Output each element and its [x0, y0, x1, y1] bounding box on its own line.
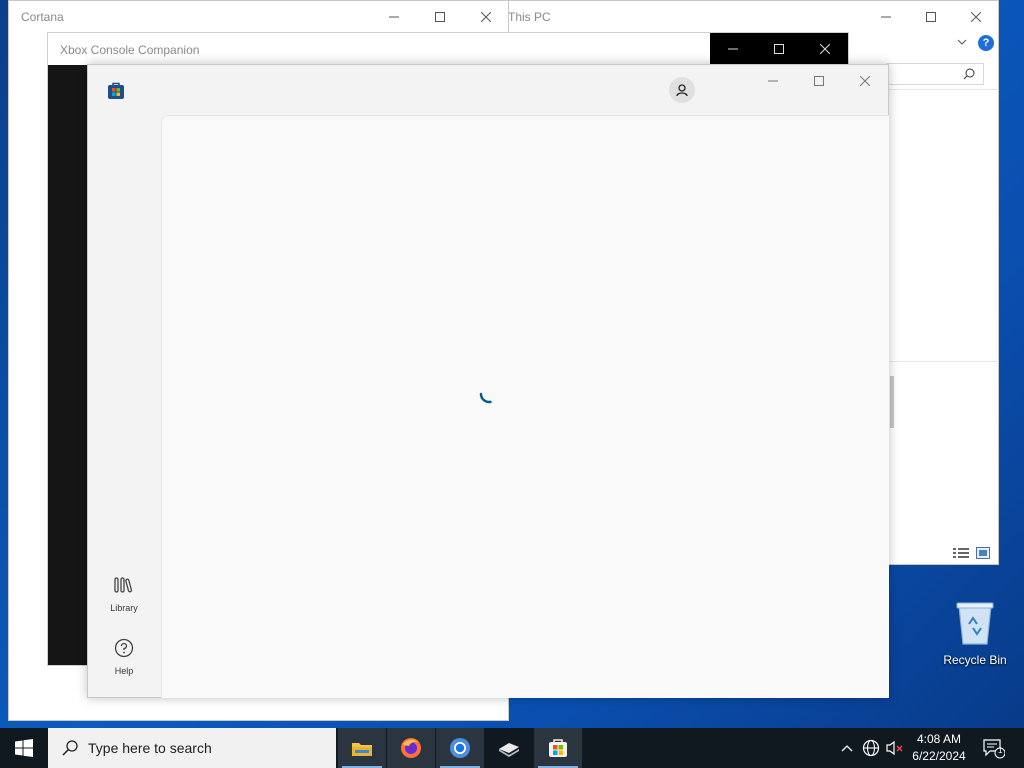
- taskbar-firefox[interactable]: [387, 728, 435, 768]
- loading-spinner: [479, 392, 499, 404]
- close-button[interactable]: [802, 33, 848, 65]
- maximize-button[interactable]: [417, 1, 463, 33]
- close-icon: [860, 76, 870, 86]
- microsoft-store-window: Library Help: [87, 64, 889, 698]
- minimize-icon: [728, 48, 738, 50]
- microsoft-store-icon: [549, 739, 567, 757]
- title-bar: Xbox Console Companion: [48, 33, 848, 65]
- close-button[interactable]: [842, 65, 888, 97]
- library-icon: [114, 577, 133, 593]
- close-button[interactable]: [463, 1, 509, 33]
- nav-library[interactable]: Library: [96, 575, 152, 613]
- close-button[interactable]: [953, 1, 999, 33]
- chevron-up-icon: [841, 745, 853, 752]
- search-placeholder: Type here to search: [88, 740, 212, 756]
- window-title: Xbox Console Companion: [60, 43, 200, 57]
- maximize-button[interactable]: [796, 65, 842, 97]
- store-logo: [107, 82, 125, 105]
- minimize-button[interactable]: [710, 33, 756, 65]
- minimize-icon: [768, 80, 778, 82]
- taskbar: Type here to search 4:08 AM 6/22/2024 1: [0, 728, 1024, 768]
- recycle-bin-icon: [956, 602, 994, 645]
- details-view-icon: [953, 548, 969, 558]
- maximize-icon: [435, 12, 445, 22]
- notification-count: 1: [998, 746, 1003, 755]
- close-icon: [481, 12, 491, 22]
- globe-icon: [862, 739, 880, 757]
- taskbar-app[interactable]: [485, 728, 533, 768]
- clock[interactable]: 4:08 AM 6/22/2024: [905, 731, 973, 765]
- help-icon: [114, 638, 134, 658]
- minimize-button[interactable]: [750, 65, 796, 97]
- app-icon: [499, 743, 519, 757]
- show-hidden-icons-button[interactable]: [836, 728, 858, 768]
- recycle-bin-label: Recycle Bin: [943, 653, 1007, 667]
- taskbar-search[interactable]: Type here to search: [48, 728, 336, 768]
- search-input[interactable]: [886, 63, 984, 85]
- close-icon: [820, 44, 830, 54]
- minimize-icon: [389, 16, 399, 18]
- window-title: Cortana: [21, 10, 64, 24]
- window-title: This PC: [508, 10, 551, 24]
- nav-help-label: Help: [114, 666, 134, 676]
- maximize-button[interactable]: [908, 1, 954, 33]
- account-button[interactable]: [669, 77, 695, 103]
- maximize-icon: [814, 76, 824, 86]
- firefox-icon: [401, 738, 421, 758]
- minimize-button[interactable]: [371, 1, 417, 33]
- help-icon[interactable]: ?: [978, 35, 994, 51]
- user-icon: [676, 84, 688, 97]
- search-icon: [963, 68, 975, 80]
- clock-date: 6/22/2024: [912, 749, 966, 763]
- close-icon: [971, 12, 981, 22]
- taskbar-microsoft-store[interactable]: [534, 728, 582, 768]
- start-button[interactable]: [0, 728, 48, 768]
- minimize-icon: [881, 16, 891, 18]
- taskbar-file-explorer[interactable]: [338, 728, 386, 768]
- file-explorer-icon: [352, 743, 372, 756]
- windows-logo-icon: [15, 739, 33, 757]
- action-center-button[interactable]: 1: [978, 728, 1008, 768]
- recycle-bin[interactable]: Recycle Bin: [940, 600, 1010, 667]
- minimize-button[interactable]: [863, 1, 909, 33]
- volume-muted-icon: [886, 740, 903, 756]
- network-button[interactable]: [860, 728, 882, 768]
- divider: [886, 89, 999, 90]
- microsoft-store-icon: [108, 82, 124, 99]
- taskbar-chrome[interactable]: [436, 728, 484, 768]
- nav-library-label: Library: [110, 603, 138, 613]
- maximize-icon: [774, 44, 784, 54]
- search-icon: [62, 740, 78, 756]
- chevron-down-icon: [957, 39, 967, 45]
- main-content: [161, 115, 889, 698]
- large-icons-view-icon: [976, 547, 990, 559]
- divider: [886, 361, 999, 362]
- volume-button[interactable]: [884, 728, 906, 768]
- clock-time: 4:08 AM: [916, 732, 962, 746]
- scrollbar[interactable]: [890, 376, 894, 428]
- chrome-icon: [450, 738, 470, 758]
- maximize-icon: [926, 12, 936, 22]
- caption-area: [710, 33, 848, 65]
- details-view-button[interactable]: [953, 546, 971, 564]
- expand-ribbon-button[interactable]: [956, 35, 968, 53]
- maximize-button[interactable]: [756, 33, 802, 65]
- large-icons-view-button[interactable]: [976, 546, 990, 564]
- nav-help[interactable]: Help: [96, 638, 152, 676]
